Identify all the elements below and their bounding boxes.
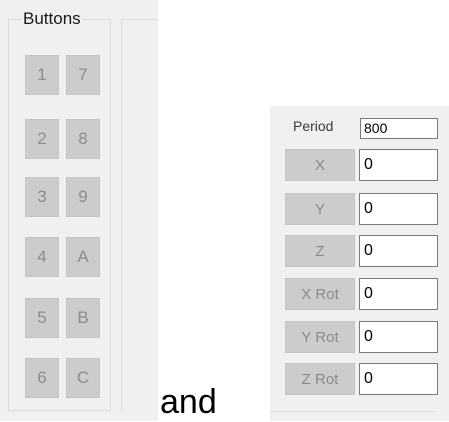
button-6[interactable]: 6 [25, 358, 59, 398]
button-5[interactable]: 5 [25, 298, 59, 338]
panel-divider [270, 411, 435, 412]
z-rot-button[interactable]: Z Rot [285, 363, 355, 395]
y-input[interactable]: 0 [359, 193, 438, 225]
adjacent-group-box [121, 19, 158, 412]
button-a[interactable]: A [66, 237, 100, 277]
z-rot-input[interactable]: 0 [359, 363, 438, 395]
x-input[interactable]: 0 [359, 149, 438, 181]
button-c[interactable]: C [66, 358, 100, 398]
button-8[interactable]: 8 [66, 119, 100, 159]
x-rot-input[interactable]: 0 [359, 278, 438, 310]
button-7[interactable]: 7 [66, 55, 100, 95]
button-b[interactable]: B [66, 298, 100, 338]
period-label: Period [293, 118, 334, 134]
buttons-panel: Buttons 1 7 2 8 3 9 4 A 5 B 6 C [0, 0, 158, 421]
z-button[interactable]: Z [285, 235, 355, 267]
buttons-group-title: Buttons [21, 8, 83, 30]
caption-text: and [160, 383, 217, 421]
y-rot-input[interactable]: 0 [359, 321, 438, 353]
button-9[interactable]: 9 [66, 177, 100, 217]
button-3[interactable]: 3 [25, 177, 59, 217]
axis-properties-panel: Period 800 X 0 Y 0 Z 0 X Rot 0 Y Rot 0 Z… [270, 106, 449, 421]
x-button[interactable]: X [285, 149, 355, 181]
y-rot-button[interactable]: Y Rot [285, 321, 355, 353]
button-2[interactable]: 2 [25, 119, 59, 159]
x-rot-button[interactable]: X Rot [285, 278, 355, 310]
z-input[interactable]: 0 [359, 235, 438, 267]
button-1[interactable]: 1 [25, 55, 59, 95]
y-button[interactable]: Y [285, 193, 355, 225]
button-4[interactable]: 4 [25, 237, 59, 277]
period-input[interactable]: 800 [360, 118, 438, 139]
